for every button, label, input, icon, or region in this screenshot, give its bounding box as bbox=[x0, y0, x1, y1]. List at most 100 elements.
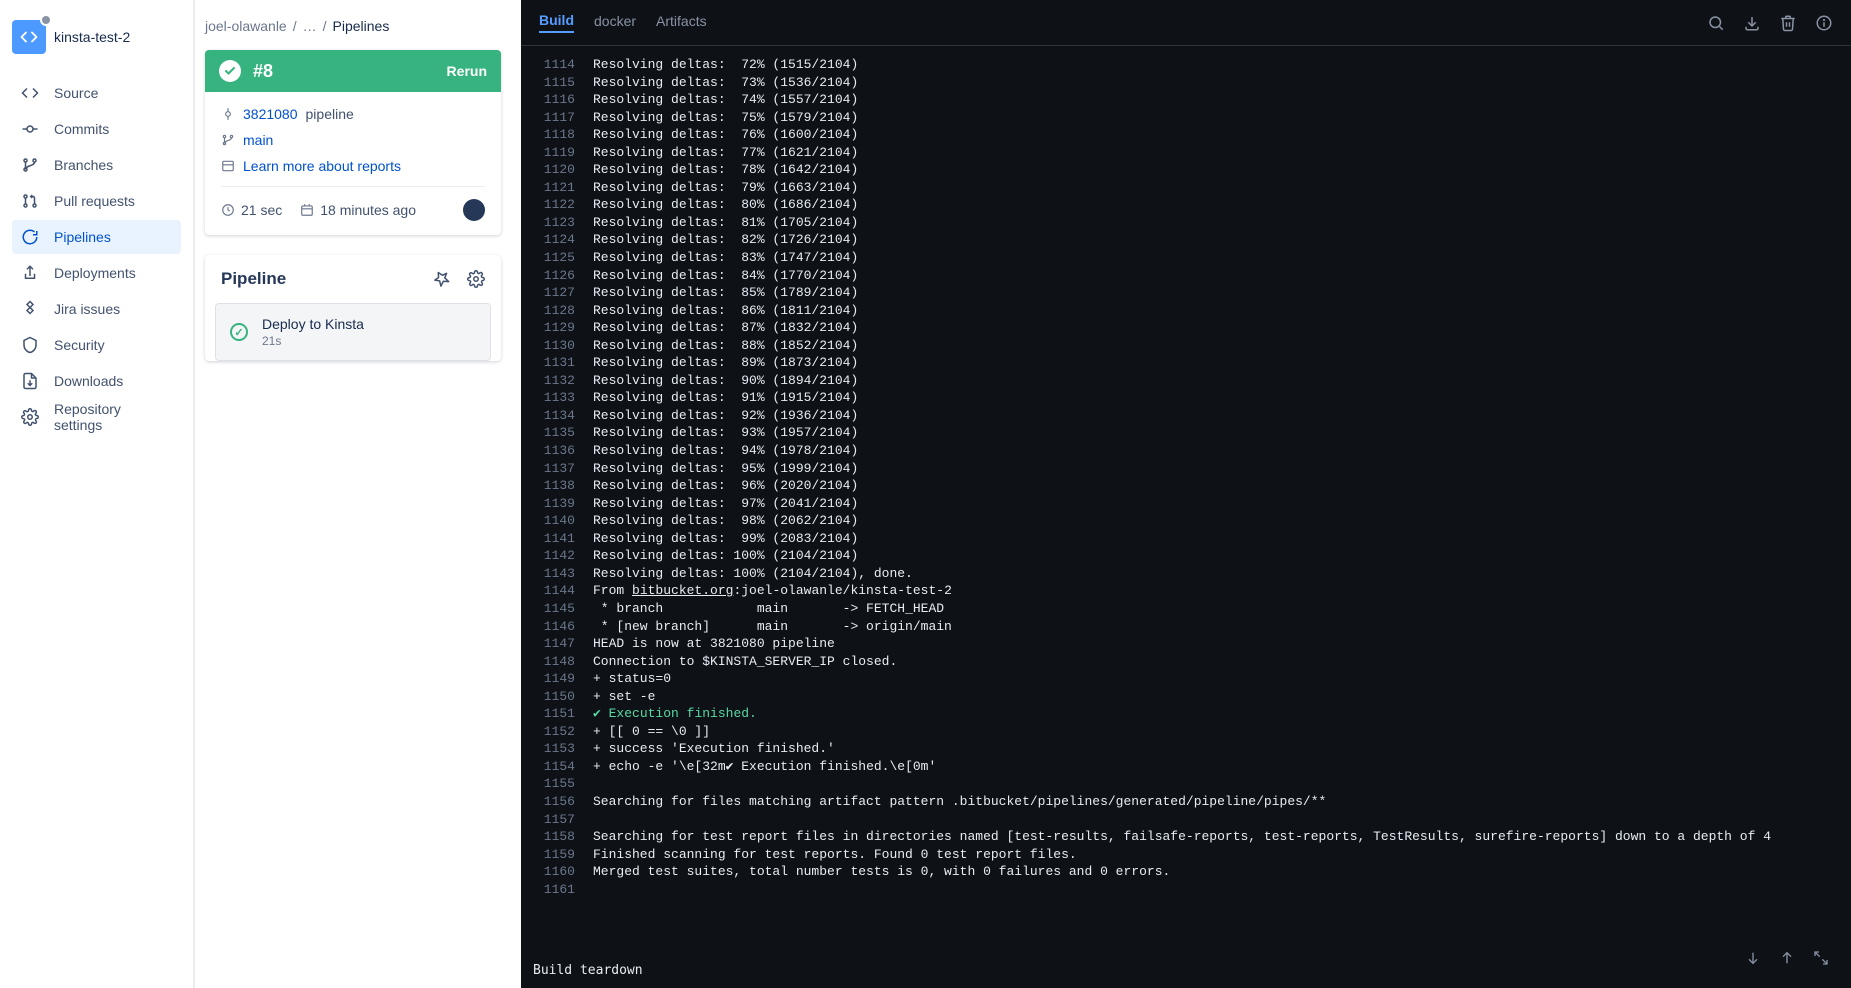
line-text: Resolving deltas: 98% (2062/2104) bbox=[593, 512, 858, 530]
line-text: Resolving deltas: 92% (1936/2104) bbox=[593, 407, 858, 425]
avatar[interactable] bbox=[463, 199, 485, 221]
line-text: Resolving deltas: 86% (1811/2104) bbox=[593, 302, 858, 320]
gear-icon[interactable] bbox=[467, 270, 485, 288]
sidebar-item-jira[interactable]: Jira issues bbox=[12, 292, 181, 326]
repo-header[interactable]: kinsta-test-2 bbox=[12, 20, 181, 54]
line-text: Resolving deltas: 90% (1894/2104) bbox=[593, 372, 858, 390]
line-text: Resolving deltas: 87% (1832/2104) bbox=[593, 319, 858, 337]
deployments-icon bbox=[20, 263, 40, 283]
sidebar-item-label: Source bbox=[54, 85, 98, 101]
branch-row[interactable]: main bbox=[221, 132, 485, 148]
line-text: Connection to $KINSTA_SERVER_IP closed. bbox=[593, 653, 897, 671]
teardown-section[interactable]: Build teardown bbox=[521, 953, 1851, 988]
trash-icon[interactable] bbox=[1779, 14, 1797, 32]
fullscreen-icon[interactable] bbox=[1813, 950, 1829, 966]
sidebar-item-branches[interactable]: Branches bbox=[12, 148, 181, 182]
sidebar-item-commits[interactable]: Commits bbox=[12, 112, 181, 146]
branches-icon bbox=[20, 155, 40, 175]
line-number: 1147 bbox=[521, 635, 593, 653]
sidebar-item-deployments[interactable]: Deployments bbox=[12, 256, 181, 290]
log-line: 1147HEAD is now at 3821080 pipeline bbox=[521, 635, 1851, 653]
success-icon bbox=[219, 60, 241, 82]
line-text: Resolving deltas: 94% (1978/2104) bbox=[593, 442, 858, 460]
log-line: 1159Finished scanning for test reports. … bbox=[521, 846, 1851, 864]
line-text: Resolving deltas: 89% (1873/2104) bbox=[593, 354, 858, 372]
log-line: 1146 * [new branch] main -> origin/main bbox=[521, 618, 1851, 636]
sidebar-item-downloads[interactable]: Downloads bbox=[12, 364, 181, 398]
commit-message: pipeline bbox=[306, 106, 354, 122]
scroll-up-icon[interactable] bbox=[1779, 950, 1795, 966]
line-number: 1154 bbox=[521, 758, 593, 776]
sidebar-item-pipelines[interactable]: Pipelines bbox=[12, 220, 181, 254]
pipeline-card: Pipeline ✓ Deploy to Kinsta 21s bbox=[205, 255, 501, 361]
sidebar-item-prs[interactable]: Pull requests bbox=[12, 184, 181, 218]
duration: 21 sec bbox=[241, 202, 282, 218]
line-number: 1122 bbox=[521, 196, 593, 214]
tab-build[interactable]: Build bbox=[539, 12, 574, 33]
log-line: 1149+ status=0 bbox=[521, 670, 1851, 688]
log-line: 1143Resolving deltas: 100% (2104/2104), … bbox=[521, 565, 1851, 583]
crumb-owner[interactable]: joel-olawanle bbox=[205, 18, 287, 34]
pipeline-step[interactable]: ✓ Deploy to Kinsta 21s bbox=[215, 303, 491, 361]
line-number: 1156 bbox=[521, 793, 593, 811]
log-line: 1151✔ Execution finished. bbox=[521, 705, 1851, 723]
security-icon bbox=[20, 335, 40, 355]
line-number: 1151 bbox=[521, 705, 593, 723]
pipelines-icon bbox=[20, 227, 40, 247]
log-line: 1139Resolving deltas: 97% (2041/2104) bbox=[521, 495, 1851, 513]
line-number: 1118 bbox=[521, 126, 593, 144]
sidebar-item-label: Security bbox=[54, 337, 105, 353]
sidebar-item-security[interactable]: Security bbox=[12, 328, 181, 362]
line-number: 1124 bbox=[521, 231, 593, 249]
log-line: 1157 bbox=[521, 811, 1851, 829]
scroll-down-icon[interactable] bbox=[1745, 950, 1761, 966]
download-icon[interactable] bbox=[1743, 14, 1761, 32]
log-line: 1150+ set -e bbox=[521, 688, 1851, 706]
line-text: Resolving deltas: 100% (2104/2104) bbox=[593, 547, 858, 565]
line-text: Resolving deltas: 79% (1663/2104) bbox=[593, 179, 858, 197]
line-number: 1134 bbox=[521, 407, 593, 425]
log-line: 1133Resolving deltas: 91% (1915/2104) bbox=[521, 389, 1851, 407]
info-icon[interactable] bbox=[1815, 14, 1833, 32]
tab-artifacts[interactable]: Artifacts bbox=[656, 13, 707, 32]
log-line: 1115Resolving deltas: 73% (1536/2104) bbox=[521, 74, 1851, 92]
sidebar-item-settings[interactable]: Repository settings bbox=[12, 400, 181, 434]
line-text: Resolving deltas: 85% (1789/2104) bbox=[593, 284, 858, 302]
pin-icon[interactable] bbox=[433, 270, 451, 288]
line-text: ✔ Execution finished. bbox=[593, 705, 757, 723]
log-line: 1156Searching for files matching artifac… bbox=[521, 793, 1851, 811]
line-text: + echo -e '\e[32m✔ Execution finished.\e… bbox=[593, 758, 936, 776]
log-line: 1161 bbox=[521, 881, 1851, 899]
tab-docker[interactable]: docker bbox=[594, 13, 636, 32]
line-text: Resolving deltas: 81% (1705/2104) bbox=[593, 214, 858, 232]
search-icon[interactable] bbox=[1707, 14, 1725, 32]
sidebar: kinsta-test-2 Source CommitsBranchesPull … bbox=[0, 0, 195, 988]
line-number: 1149 bbox=[521, 670, 593, 688]
line-number: 1121 bbox=[521, 179, 593, 197]
jira-icon bbox=[20, 299, 40, 319]
repo-name: kinsta-test-2 bbox=[54, 29, 130, 45]
crumb-ellipsis[interactable]: … bbox=[303, 18, 317, 34]
line-number: 1130 bbox=[521, 337, 593, 355]
sidebar-item-source[interactable]: Source bbox=[12, 76, 181, 110]
rerun-button[interactable]: Rerun bbox=[447, 63, 487, 79]
branch-name[interactable]: main bbox=[243, 132, 273, 148]
commit-hash[interactable]: 3821080 bbox=[243, 106, 298, 122]
repo-status-badge bbox=[40, 14, 52, 26]
line-number: 1123 bbox=[521, 214, 593, 232]
run-footer: 21 sec 18 minutes ago bbox=[221, 199, 485, 221]
line-text: Resolving deltas: 78% (1642/2104) bbox=[593, 161, 858, 179]
line-number: 1152 bbox=[521, 723, 593, 741]
step-success-icon: ✓ bbox=[230, 323, 248, 341]
line-text: Resolving deltas: 77% (1621/2104) bbox=[593, 144, 858, 162]
line-number: 1131 bbox=[521, 354, 593, 372]
commit-row[interactable]: 3821080 pipeline bbox=[221, 106, 485, 122]
reports-row[interactable]: Learn more about reports bbox=[221, 158, 485, 174]
line-number: 1158 bbox=[521, 828, 593, 846]
reports-link[interactable]: Learn more about reports bbox=[243, 158, 401, 174]
log-body[interactable]: 1114Resolving deltas: 72% (1515/2104)111… bbox=[521, 46, 1851, 953]
breadcrumb: joel-olawanle / … / Pipelines bbox=[205, 18, 501, 34]
line-text: Resolving deltas: 95% (1999/2104) bbox=[593, 460, 858, 478]
line-text: Resolving deltas: 91% (1915/2104) bbox=[593, 389, 858, 407]
line-number: 1128 bbox=[521, 302, 593, 320]
